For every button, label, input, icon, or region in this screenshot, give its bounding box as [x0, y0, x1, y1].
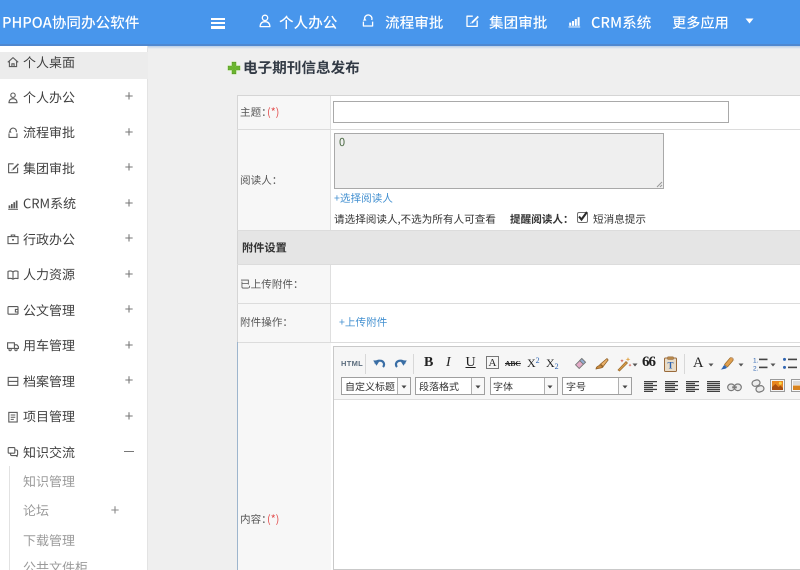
svg-text:T: T	[667, 360, 673, 370]
svg-text:2.: 2.	[753, 366, 759, 373]
svg-text:1.: 1.	[753, 358, 759, 365]
